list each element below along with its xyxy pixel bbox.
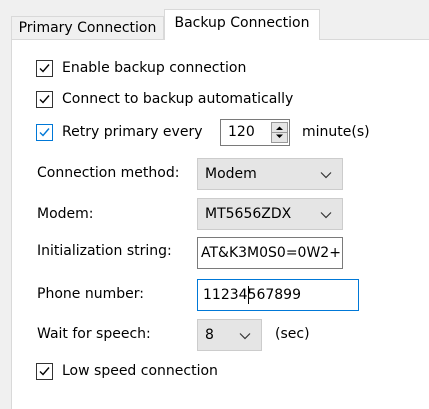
connect-backup-auto-checkbox[interactable] [36, 91, 53, 108]
retry-interval-value[interactable]: 120 [228, 124, 255, 140]
phone-number-field[interactable]: 11234567899 [197, 279, 359, 311]
tab-panel: Enable backup connection Connect to back… [11, 39, 429, 409]
low-speed-checkbox[interactable] [36, 363, 53, 380]
modem-label: Modem: [37, 206, 94, 222]
tab-strip: Primary Connection Backup Connection [0, 0, 429, 40]
retry-unit: minute(s) [302, 124, 370, 140]
init-string-value: AT&K3M0S0=0W2+MS [201, 245, 342, 261]
connection-method-value: Modem [205, 166, 257, 182]
phone-number-label: Phone number: [37, 286, 144, 302]
checkmark-icon [39, 64, 50, 73]
low-speed-label: Low speed connection [62, 363, 218, 379]
chevron-down-icon [239, 333, 251, 340]
wait-for-speech-label: Wait for speech: [37, 326, 151, 342]
text-caret [248, 286, 249, 304]
retry-primary-label: Retry primary every [62, 124, 203, 140]
enable-backup-checkbox[interactable] [36, 60, 53, 77]
chevron-down-icon [320, 172, 332, 179]
retry-primary-checkbox[interactable] [36, 124, 53, 141]
wait-unit: (sec) [275, 326, 310, 342]
init-string-label: Initialization string: [37, 243, 172, 259]
phone-number-value: 11234567899 [203, 287, 301, 303]
init-string-field[interactable]: AT&K3M0S0=0W2+MS [197, 237, 343, 269]
chevron-down-icon [320, 212, 332, 219]
checkmark-icon [39, 367, 50, 376]
up-down-arrows-icon [272, 126, 287, 138]
wait-for-speech-value: 8 [205, 327, 214, 343]
tab-primary-connection[interactable]: Primary Connection [11, 16, 164, 40]
modem-dropdown[interactable]: MT5656ZDX [197, 198, 343, 230]
connection-method-dropdown[interactable]: Modem [197, 158, 343, 190]
checkmark-icon [39, 128, 50, 137]
modem-value: MT5656ZDX [205, 206, 292, 222]
connection-method-label: Connection method: [37, 165, 180, 181]
tab-backup-connection[interactable]: Backup Connection [164, 9, 320, 40]
wait-for-speech-dropdown[interactable]: 8 [197, 319, 262, 351]
retry-interval-spinner[interactable]: 120 [220, 119, 290, 146]
enable-backup-label: Enable backup connection [62, 60, 247, 76]
spin-buttons[interactable] [271, 122, 288, 143]
checkmark-icon [39, 95, 50, 104]
connect-backup-auto-label: Connect to backup automatically [62, 91, 294, 107]
